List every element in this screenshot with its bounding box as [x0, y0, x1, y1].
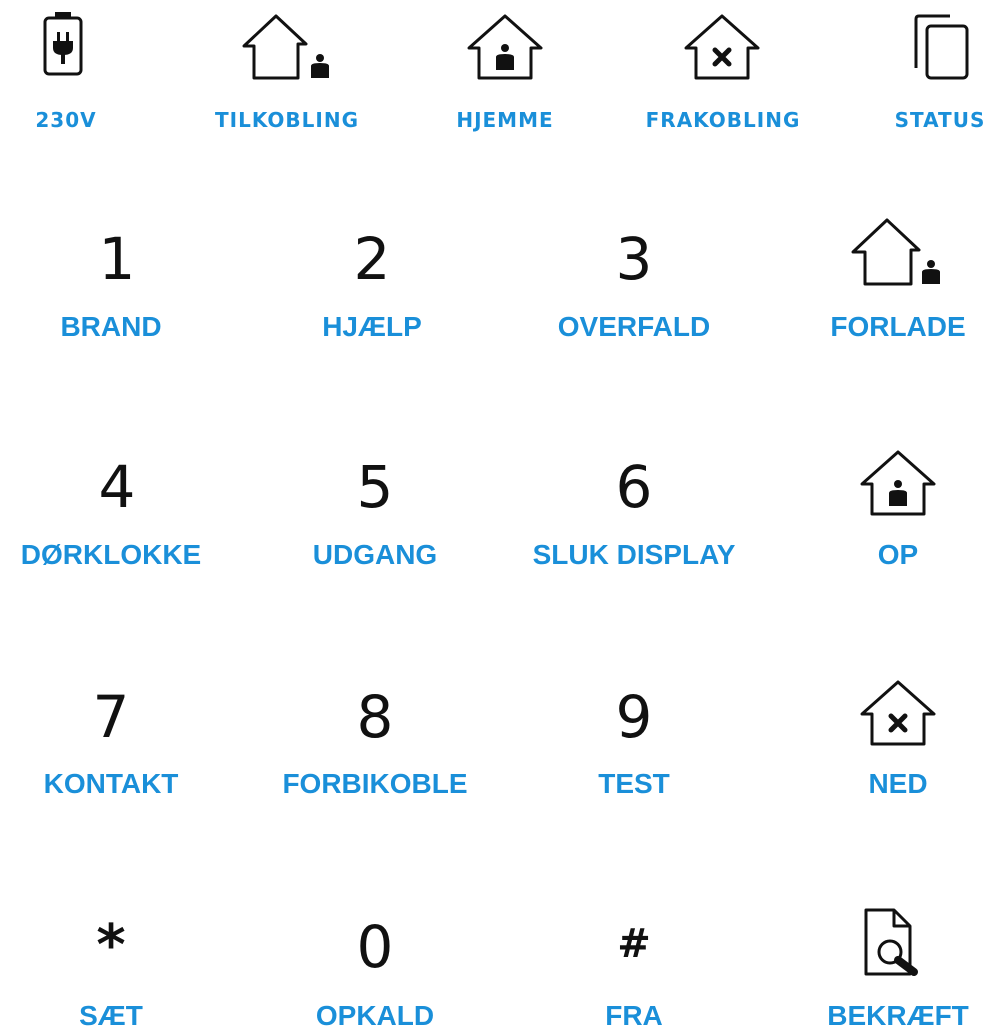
- key-1-label: BRAND: [60, 311, 162, 342]
- key-5[interactable]: 5: [357, 458, 394, 516]
- key-4-label: DØRKLOKKE: [20, 539, 202, 570]
- key-0[interactable]: 0: [357, 918, 394, 976]
- label-hjemme: HJEMME: [456, 108, 554, 132]
- key-forlade-label: FORLADE: [830, 311, 966, 342]
- key-bekraeft-label: BEKRÆFT: [827, 1000, 969, 1031]
- label-230v: 230V: [35, 108, 97, 132]
- key-1[interactable]: 1: [99, 230, 136, 288]
- key-op-label: OP: [877, 539, 919, 570]
- house-person-inside-icon: [467, 14, 543, 80]
- key-2[interactable]: 2: [354, 230, 391, 288]
- key-5-label: UDGANG: [312, 539, 438, 570]
- key-7[interactable]: 7: [93, 688, 130, 746]
- key-6-label: SLUK DISPLAY: [532, 539, 736, 570]
- key-6[interactable]: 6: [616, 458, 653, 516]
- copy-pages-icon: [914, 14, 969, 80]
- key-7-label: KONTAKT: [43, 768, 179, 799]
- key-2-label: HJÆLP: [322, 311, 422, 342]
- house-person-outside-icon: [242, 14, 329, 80]
- house-person-outside-icon[interactable]: [849, 214, 949, 288]
- key-hash[interactable]: #: [617, 924, 651, 964]
- key-8-label: FORBIKOBLE: [282, 768, 468, 799]
- house-person-inside-icon[interactable]: [858, 446, 938, 518]
- key-ned-label: NED: [868, 768, 928, 799]
- key-3-label: OVERFALD: [557, 311, 711, 342]
- key-hash-label: FRA: [605, 1000, 663, 1031]
- key-star-label: SÆT: [79, 1000, 143, 1031]
- label-status: STATUS: [894, 108, 986, 132]
- key-8[interactable]: 8: [357, 688, 394, 746]
- key-0-label: OPKALD: [315, 1000, 435, 1031]
- key-4[interactable]: 4: [99, 458, 136, 516]
- label-frakobling: FRAKOBLING: [645, 108, 801, 132]
- battery-plug-icon: [43, 12, 83, 76]
- key-3[interactable]: 3: [616, 230, 653, 288]
- key-star[interactable]: *: [96, 918, 125, 974]
- house-x-icon[interactable]: [858, 676, 938, 748]
- document-search-icon[interactable]: [860, 906, 940, 982]
- key-9-label: TEST: [598, 768, 670, 799]
- key-9[interactable]: 9: [616, 688, 653, 746]
- label-tilkobling: TILKOBLING: [214, 108, 360, 132]
- house-x-icon: [684, 14, 760, 80]
